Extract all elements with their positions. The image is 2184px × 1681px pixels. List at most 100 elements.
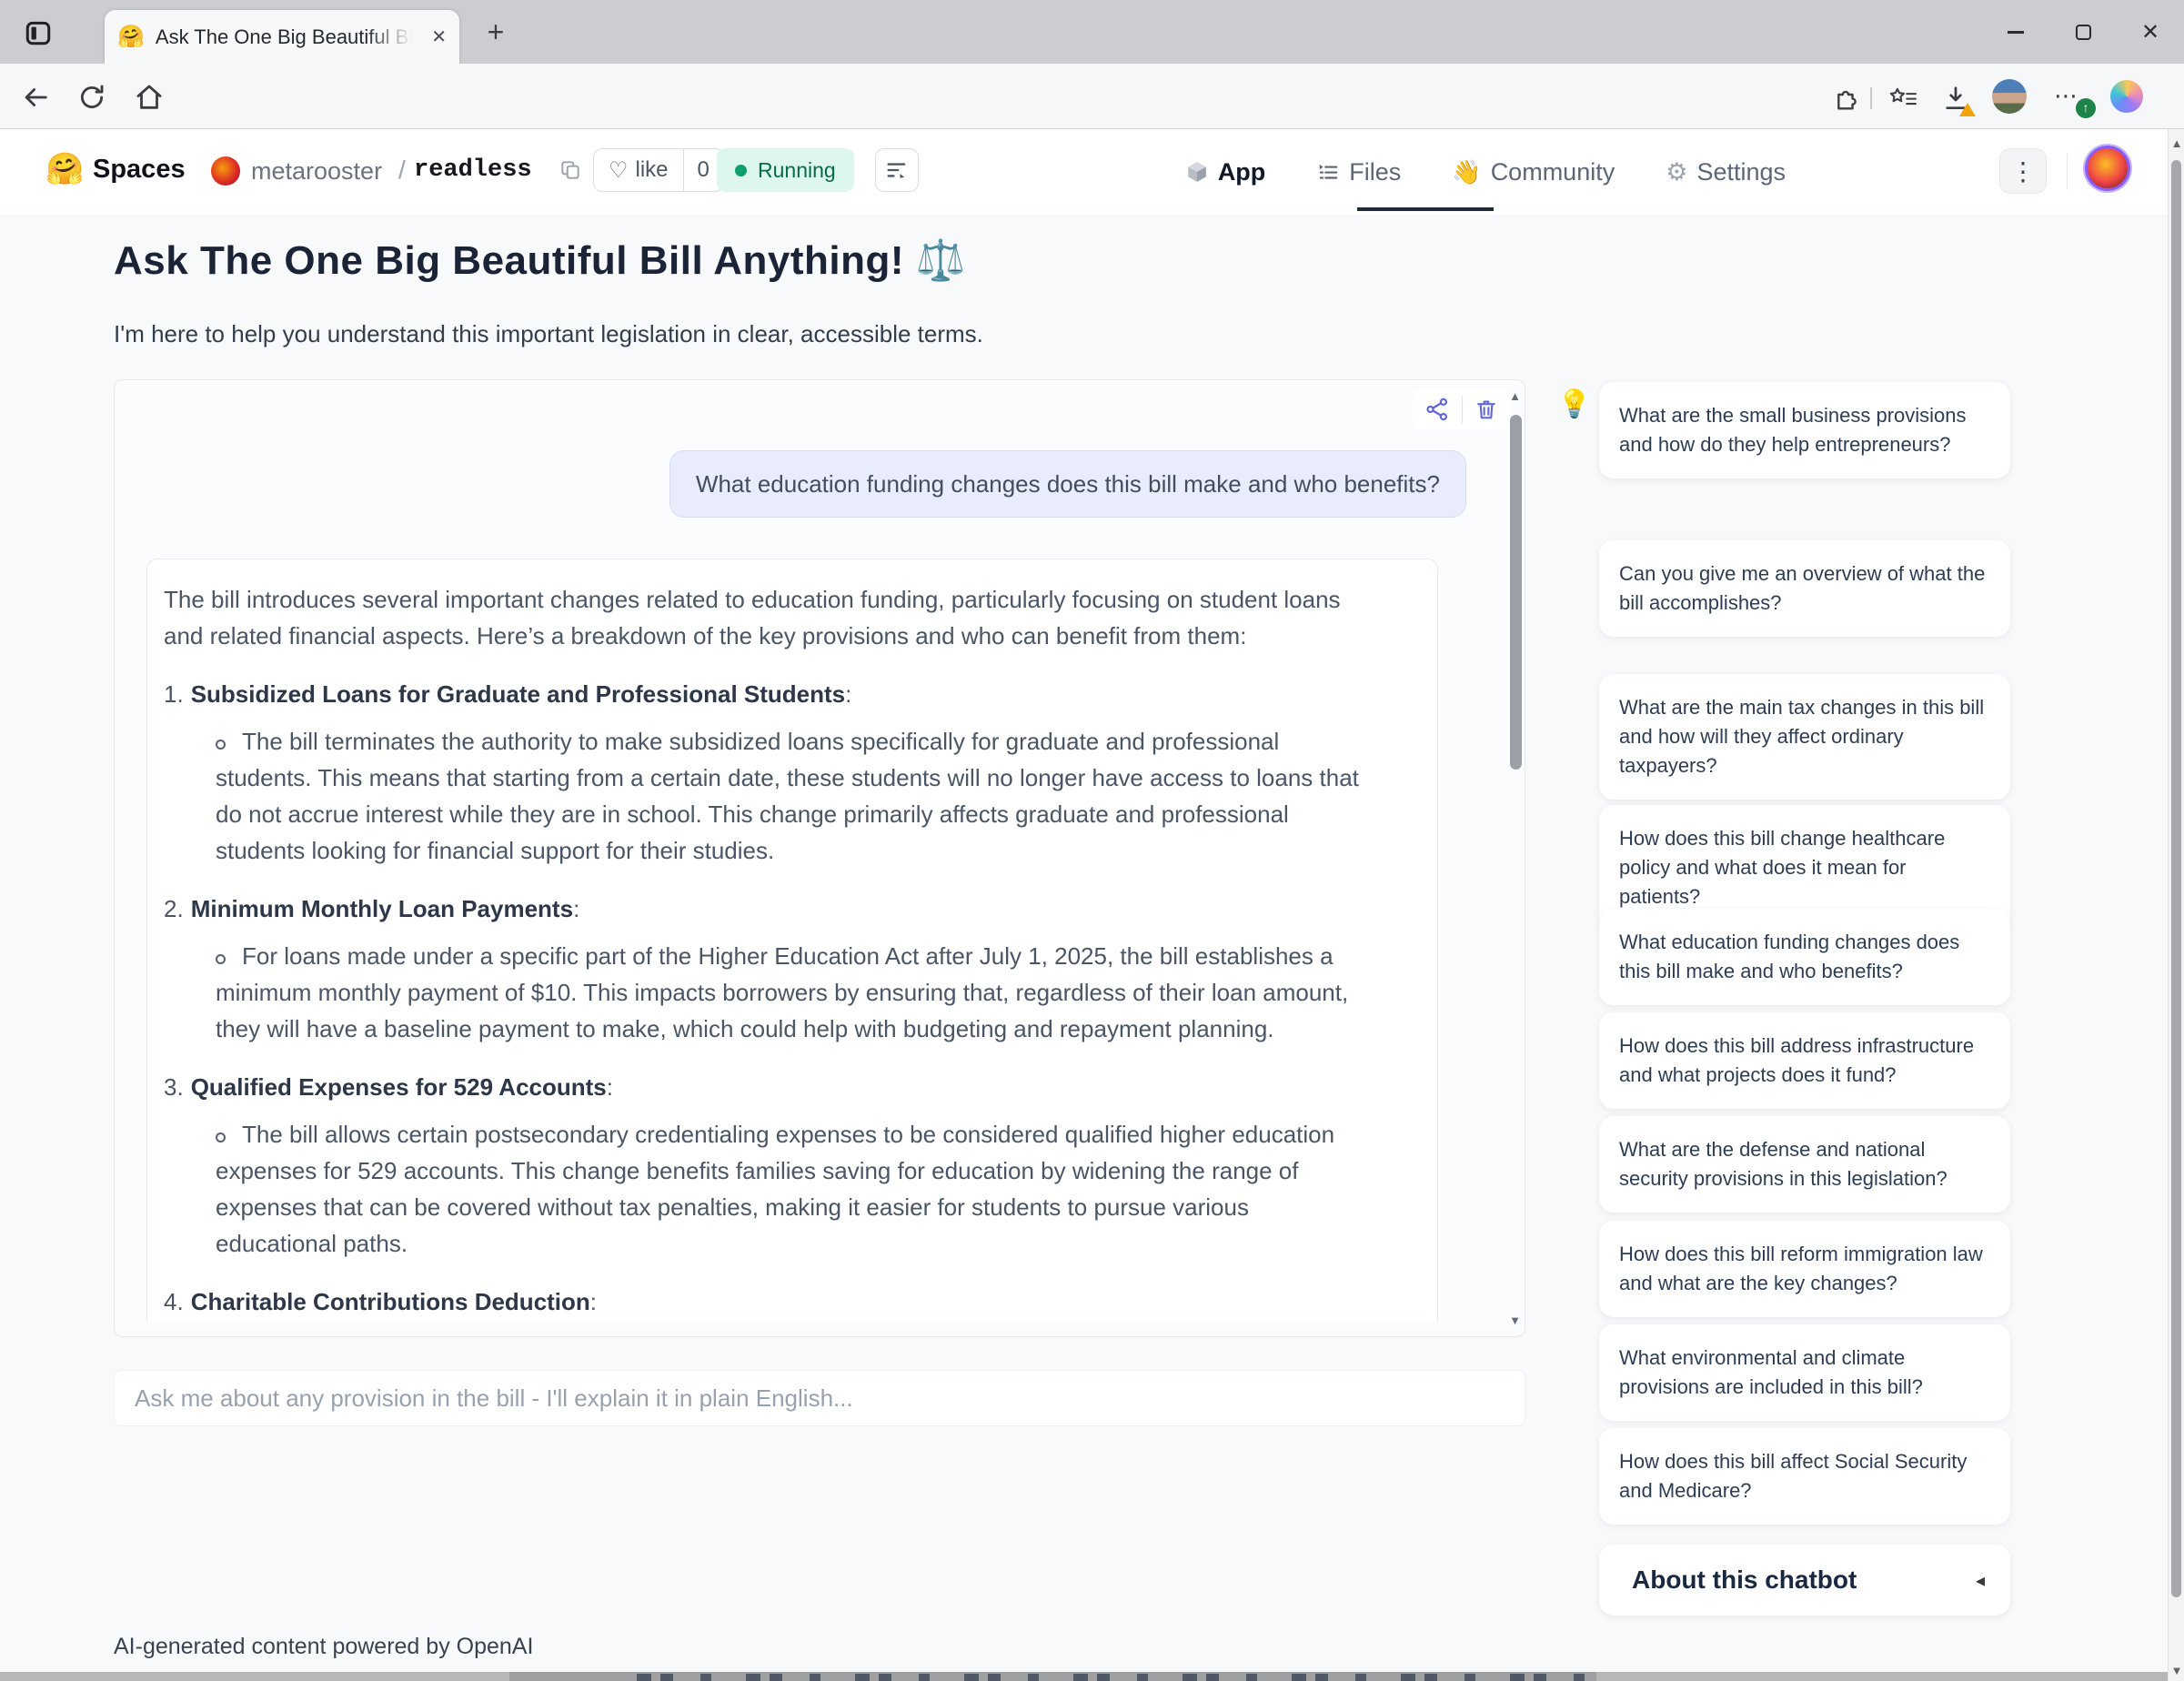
clipped-bottom-content bbox=[0, 1672, 2168, 1681]
user-message: What education funding changes does this… bbox=[669, 450, 1466, 518]
refresh-icon bbox=[76, 82, 107, 113]
close-button[interactable]: ✕ bbox=[2117, 0, 2184, 64]
tab-app-label: App bbox=[1218, 158, 1265, 186]
space-nav: App Files 👋 Community ⚙ Settings bbox=[1185, 151, 1786, 193]
page-scrollbar-thumb[interactable] bbox=[2171, 160, 2181, 1597]
header-divider bbox=[2067, 154, 2068, 190]
chat-scroll-down-icon[interactable]: ▼ bbox=[1509, 1314, 1521, 1327]
browser-profile-avatar[interactable] bbox=[1992, 79, 2027, 114]
lightbulb-icon: 💡 bbox=[1557, 388, 1591, 420]
maximize-button[interactable] bbox=[2049, 0, 2117, 64]
tab-community[interactable]: 👋 Community bbox=[1452, 158, 1615, 186]
spaces-link[interactable]: Spaces bbox=[93, 155, 186, 185]
owner-link[interactable]: metarooster bbox=[251, 157, 382, 186]
owner-avatar[interactable] bbox=[211, 156, 240, 186]
status-label: Running bbox=[758, 158, 836, 183]
maximize-icon bbox=[2076, 25, 2091, 40]
update-badge-icon: ↑ bbox=[2076, 98, 2096, 118]
popular-question-card[interactable]: Can you give me an overview of what the … bbox=[1599, 540, 2010, 637]
like-button[interactable]: ♡ like 0 bbox=[593, 148, 724, 192]
hf-logo-icon[interactable]: 🤗 bbox=[45, 151, 84, 187]
tab-actions-button[interactable] bbox=[18, 15, 58, 51]
page-title: Ask The One Big Beautiful Bill Anything!… bbox=[114, 237, 966, 284]
waving-hand-icon: 👋 bbox=[1452, 158, 1481, 186]
status-badge[interactable]: Running bbox=[717, 148, 854, 192]
browser-toolbar: https://huggingface.co/spaces/metarooste… bbox=[0, 64, 2184, 129]
bot-message: The bill introduces several important ch… bbox=[146, 559, 1438, 1322]
minimize-button[interactable] bbox=[1982, 0, 2049, 64]
bot-intro-paragraph: The bill introduces several important ch… bbox=[164, 581, 1374, 654]
tab-settings-label: Settings bbox=[1696, 158, 1786, 186]
puzzle-icon bbox=[1832, 84, 1861, 113]
chat-panel: What education funding changes does this… bbox=[114, 379, 1525, 1337]
copilot-button[interactable] bbox=[2110, 80, 2143, 113]
chat-input[interactable] bbox=[115, 1371, 1525, 1425]
chat-scroll-area[interactable]: What education funding changes does this… bbox=[116, 381, 1508, 1322]
user-avatar[interactable] bbox=[2085, 146, 2130, 191]
bot-list-item: 2.Minimum Monthly Loan Payments: For loa… bbox=[164, 891, 1374, 1047]
tab-close-icon[interactable]: ✕ bbox=[431, 25, 447, 48]
page-subtitle: I'm here to help you understand this imp… bbox=[114, 320, 983, 348]
chat-input-bar bbox=[114, 1370, 1525, 1426]
page-scrollbar[interactable]: ▲ ▼ bbox=[2168, 129, 2184, 1681]
toolbar-divider bbox=[1870, 87, 1872, 109]
more-menu-button[interactable]: ⋯ ↑ bbox=[2054, 82, 2090, 115]
favorites-bar-button[interactable] bbox=[1887, 82, 1919, 115]
extensions-button[interactable] bbox=[1830, 82, 1863, 115]
tab-community-label: Community bbox=[1491, 158, 1615, 186]
popular-question-card[interactable]: How does this bill address infrastructur… bbox=[1599, 1012, 2010, 1109]
share-icon[interactable] bbox=[1424, 396, 1451, 423]
popular-question-card[interactable]: What are the small business provisions a… bbox=[1599, 382, 2010, 478]
ellipsis-icon: ⋯ bbox=[2054, 82, 2078, 109]
popular-question-card[interactable]: How does this bill reform immigration la… bbox=[1599, 1221, 2010, 1317]
favorites-list-icon bbox=[1887, 83, 1918, 114]
tab-settings[interactable]: ⚙ Settings bbox=[1666, 158, 1786, 186]
trash-icon[interactable] bbox=[1474, 397, 1499, 422]
bot-list-heading: 4.Charitable Contributions Deduction: bbox=[164, 1283, 1374, 1320]
circle-bullet-icon bbox=[216, 1132, 226, 1142]
back-button[interactable] bbox=[16, 78, 55, 116]
chat-scrollbar-thumb[interactable] bbox=[1510, 415, 1522, 770]
footer-disclaimer: AI-generated content powered by OpenAI bbox=[114, 1634, 533, 1660]
window-controls: ✕ bbox=[1982, 0, 2184, 64]
heart-icon: ♡ bbox=[609, 157, 629, 184]
browser-titlebar: 🤗 Ask The One Big Beautiful Bill Any ✕ +… bbox=[0, 0, 2184, 64]
browser-window: 🤗 Ask The One Big Beautiful Bill Any ✕ +… bbox=[0, 0, 2184, 1681]
refresh-button[interactable] bbox=[73, 78, 111, 116]
gear-icon: ⚙ bbox=[1666, 158, 1687, 186]
download-warning-icon bbox=[1959, 103, 1976, 116]
space-header: 🤗 Spaces metarooster / readless ♡ like 0… bbox=[0, 129, 2168, 215]
tab-actions-icon bbox=[24, 18, 53, 47]
sort-lines-icon bbox=[884, 157, 910, 183]
repo-link[interactable]: readless bbox=[414, 156, 532, 184]
path-separator: / bbox=[398, 156, 406, 185]
home-button[interactable] bbox=[130, 78, 168, 116]
tab-files[interactable]: Files bbox=[1316, 158, 1401, 186]
copy-repo-button[interactable] bbox=[559, 158, 582, 182]
chat-scroll-up-icon[interactable]: ▲ bbox=[1509, 389, 1521, 403]
tab-title: Ask The One Big Beautiful Bill Any bbox=[156, 25, 412, 49]
popular-question-card[interactable]: How does this bill affect Social Securit… bbox=[1599, 1428, 2010, 1525]
bot-list-item: 4.Charitable Contributions Deduction: Th… bbox=[164, 1283, 1374, 1322]
popular-question-card[interactable]: What are the main tax changes in this bi… bbox=[1599, 674, 2010, 800]
about-chatbot-toggle[interactable]: About this chatbot ◂ bbox=[1599, 1545, 2010, 1616]
bot-list-body: The bill terminates the authority to mak… bbox=[216, 723, 1374, 869]
downloads-button[interactable] bbox=[1939, 82, 1972, 115]
browser-tab[interactable]: 🤗 Ask The One Big Beautiful Bill Any ✕ bbox=[105, 10, 459, 64]
header-kebab-button[interactable]: ⋮ bbox=[1999, 148, 2047, 194]
home-icon bbox=[134, 82, 165, 113]
scroll-up-icon[interactable]: ▲ bbox=[2169, 136, 2184, 150]
bot-list-item: 3.Qualified Expenses for 529 Accounts: T… bbox=[164, 1069, 1374, 1262]
space-menu-button[interactable] bbox=[875, 148, 919, 192]
back-icon bbox=[20, 82, 51, 113]
scroll-down-icon[interactable]: ▼ bbox=[2169, 1664, 2184, 1677]
bot-list-body: For loans made under a specific part of … bbox=[216, 938, 1374, 1047]
popular-question-card[interactable]: What education funding changes does this… bbox=[1599, 909, 2010, 1005]
clipped-bottom-text bbox=[637, 1674, 1601, 1681]
new-tab-button[interactable]: + bbox=[478, 16, 514, 49]
circle-bullet-icon bbox=[216, 954, 226, 964]
popular-question-card[interactable]: What environmental and climate provision… bbox=[1599, 1324, 2010, 1421]
tab-app[interactable]: App bbox=[1185, 158, 1265, 186]
tab-files-label: Files bbox=[1349, 158, 1401, 186]
popular-question-card[interactable]: What are the defense and national securi… bbox=[1599, 1116, 2010, 1213]
